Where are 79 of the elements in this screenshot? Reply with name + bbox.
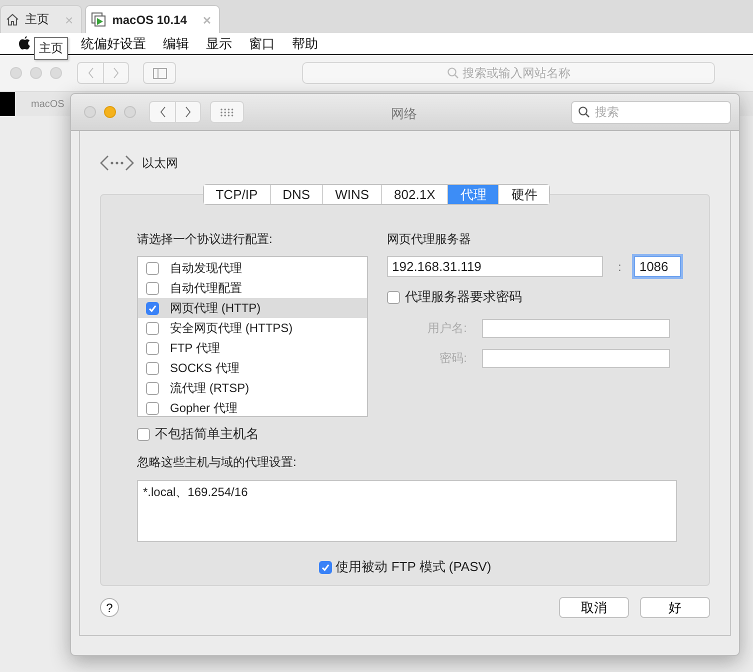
sidebar-icon — [152, 68, 166, 78]
minimize-control[interactable] — [104, 106, 116, 118]
protocol-row[interactable]: 流代理 (RTSP) — [138, 378, 367, 398]
dark-panel — [0, 92, 15, 116]
protocol-label: SOCKS 代理 — [170, 360, 240, 376]
bypass-field[interactable]: *.local、169.254/16 — [137, 480, 677, 542]
help-button[interactable]: ? — [100, 598, 119, 617]
menu-item[interactable]: 编辑 — [163, 34, 189, 52]
virtual-machine-icon — [91, 12, 106, 27]
chevron-right-icon — [112, 67, 120, 79]
service-name: 以太网 — [142, 154, 178, 172]
credential-label: 用户名: — [426, 320, 467, 337]
protocol-label: FTP 代理 — [170, 340, 220, 356]
separator: : — [618, 260, 622, 274]
sidebar-button[interactable] — [143, 62, 176, 84]
credential-label: 密码: — [438, 350, 467, 367]
chevron-left-icon — [86, 67, 94, 79]
tab[interactable]: 硬件 — [498, 185, 550, 204]
window-title: 网络 — [391, 105, 417, 123]
protocol-label: 流代理 (RTSP) — [170, 380, 250, 396]
checkbox[interactable] — [146, 382, 159, 394]
window-control[interactable] — [10, 67, 22, 79]
grid-button[interactable] — [210, 101, 244, 123]
tab-label: 主页 — [25, 11, 49, 28]
protocol-row[interactable]: SOCKS 代理 — [138, 358, 367, 378]
chevron-left-icon — [158, 106, 166, 118]
host-tab[interactable]: macOS 10.14 × — [85, 5, 220, 33]
protocol-row[interactable]: 网页代理 (HTTP) — [138, 298, 367, 318]
checkbox[interactable] — [137, 428, 150, 440]
protocol-row[interactable]: 自动代理配置 — [138, 278, 367, 298]
credential-field[interactable] — [482, 319, 670, 338]
protocol-row[interactable]: Gopher 代理 — [138, 398, 367, 418]
checkbox[interactable] — [146, 302, 159, 314]
credential-field[interactable] — [482, 349, 670, 368]
checkbox[interactable] — [146, 342, 159, 354]
menu-item[interactable]: 显示 — [206, 34, 232, 52]
network-icon — [100, 154, 134, 172]
host-field[interactable]: 192.168.31.119 — [387, 256, 603, 277]
protocol-label: Gopher 代理 — [170, 400, 238, 416]
tab-label: macOS 10.14 — [112, 12, 187, 26]
protocol-list-label: 请选择一个协议进行配置: — [137, 231, 274, 248]
checkbox[interactable] — [146, 262, 159, 274]
tab[interactable]: 802.1X — [381, 185, 448, 204]
checkbox-label: 代理服务器要求密码 — [405, 288, 522, 306]
checkbox[interactable] — [146, 282, 159, 294]
window-control[interactable] — [50, 67, 62, 79]
protocol-label: 自动代理配置 — [170, 280, 242, 296]
tooltip: 主页 — [34, 37, 68, 60]
dialog-button[interactable]: 取消 — [559, 597, 629, 618]
checkbox[interactable] — [146, 322, 159, 334]
checkbox-label: 使用被动 FTP 模式 (PASV) — [336, 558, 492, 576]
menu-item[interactable]: 窗口 — [249, 34, 275, 52]
port-field[interactable]: 1086 — [634, 256, 682, 277]
protocol-label: 安全网页代理 (HTTPS) — [170, 320, 293, 336]
protocol-label: 自动发现代理 — [170, 260, 242, 276]
search-icon — [578, 106, 590, 118]
protocol-label: 网页代理 (HTTP) — [170, 300, 261, 316]
home-icon — [6, 13, 19, 26]
search-icon — [446, 67, 458, 79]
checkbox[interactable] — [387, 290, 400, 304]
checkbox[interactable] — [146, 362, 159, 374]
zoom-control[interactable] — [124, 106, 136, 118]
apple-icon[interactable] — [18, 36, 31, 51]
dialog-button[interactable]: 好 — [640, 597, 710, 618]
host-tab[interactable]: 主页 × — [0, 5, 82, 33]
menu-item[interactable]: 帮助 — [292, 34, 318, 52]
server-label: 网页代理服务器 — [387, 231, 472, 248]
checkbox-label: 不包括简单主机名 — [155, 425, 259, 443]
window-control[interactable] — [30, 67, 42, 79]
checkbox[interactable] — [146, 402, 159, 414]
protocol-row[interactable]: FTP 代理 — [138, 338, 367, 358]
protocol-row[interactable]: 安全网页代理 (HTTPS) — [138, 318, 367, 338]
grid-icon — [220, 108, 234, 116]
chevron-right-icon — [184, 106, 192, 118]
checkbox[interactable] — [318, 560, 332, 574]
bypass-label: 忽略这些主机与域的代理设置: — [137, 454, 298, 471]
close-control[interactable] — [84, 106, 96, 118]
menu-item[interactable]: 统偏好设置 — [81, 34, 146, 52]
protocol-row[interactable]: 自动发现代理 — [138, 258, 367, 278]
